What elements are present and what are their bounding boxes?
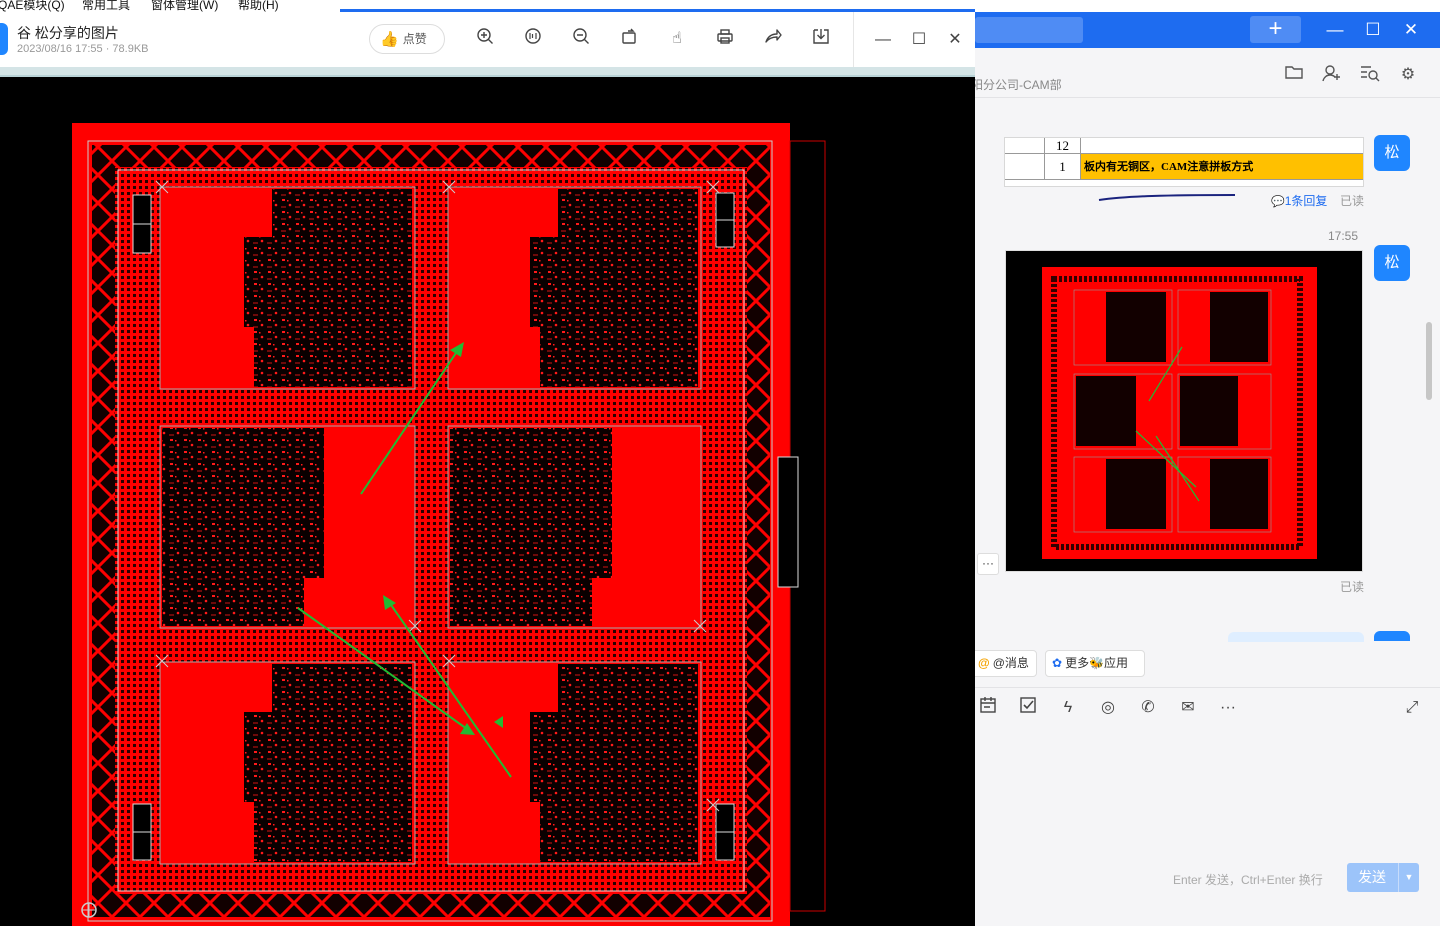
toolbar-divider [853, 12, 854, 67]
table-cell-num: 1 [1045, 154, 1081, 179]
handwritten-underline [1098, 194, 1236, 201]
menu-item-qae[interactable]: QAE模块(Q) [0, 0, 65, 11]
task-icon[interactable] [1016, 696, 1040, 720]
message-table-snippet[interactable]: 12 1 板内有无铜区，CAM注意拼板方式 [1004, 137, 1364, 187]
download-icon[interactable] [809, 27, 833, 51]
chevron-down-icon[interactable]: ▼ [1398, 863, 1419, 892]
like-button[interactable]: 👍 点赞 [369, 24, 445, 54]
image-canvas[interactable] [0, 77, 975, 926]
image-thumbnail[interactable] [1005, 250, 1363, 572]
settings-icon[interactable]: ⚙ [1397, 64, 1419, 86]
add-member-icon[interactable] [1321, 64, 1343, 86]
avatar-partial [1374, 631, 1410, 641]
thumbs-up-icon: 👍 [380, 31, 399, 48]
share-icon[interactable] [761, 27, 785, 51]
more-options-button[interactable]: ··· [977, 553, 999, 575]
zoom-in-icon[interactable] [473, 27, 497, 51]
table-cell-num: 12 [1045, 138, 1081, 153]
reply-icon: 💬 [1271, 196, 1285, 208]
input-toolbar: ϟ ◎ ✆ ✉ ··· ⤢ [975, 692, 1440, 722]
add-button[interactable]: + [1250, 16, 1301, 43]
menu-item-help[interactable]: 帮助(H) [238, 0, 279, 11]
message-time: 17:55 [1328, 229, 1359, 243]
viewer-separator [0, 67, 975, 77]
minimize-icon[interactable]: — [871, 28, 895, 52]
table-cell-text: 板内有无铜区，CAM注意拼板方式 [1081, 154, 1363, 179]
close-icon[interactable]: ✕ [943, 28, 967, 52]
apps-icon: ✿ [1052, 656, 1063, 670]
chat-scrollbar[interactable] [1426, 322, 1432, 400]
send-button[interactable]: 发送 [1347, 863, 1397, 892]
reply-link[interactable]: 💬1条回复 [1271, 192, 1327, 209]
mail-icon[interactable]: ✉ [1176, 696, 1200, 720]
app-logo-icon [0, 23, 8, 55]
folder-icon[interactable] [1283, 64, 1305, 86]
screen-record-icon[interactable]: ◎ [1096, 696, 1120, 720]
print-icon[interactable] [713, 27, 737, 51]
minimize-icon[interactable]: — [1323, 18, 1347, 42]
quick-chip-row: @ @消息 ✿ 更多🐝应用 [971, 648, 1440, 688]
viewer-titlebar: 谷 松分享的图片 2023/08/16 17:55 · 78.9KB 👍 点赞 ☝… [0, 12, 975, 67]
chat-top-bar: + — ☐ ✕ [975, 12, 1440, 48]
phone-icon[interactable]: ✆ [1136, 696, 1160, 720]
more-icon[interactable]: ··· [1216, 696, 1240, 720]
chat-window: + — ☐ ✕ 阳分公司-CAM部 ⚙ 松 12 1 板内有无铜区，CAM注意拼… [971, 12, 1440, 926]
zoom-out-icon[interactable] [569, 27, 593, 51]
pcb-image [72, 123, 826, 926]
send-button-group: 发送 ▼ [1347, 863, 1419, 892]
avatar[interactable]: 松 [1374, 245, 1410, 281]
menu-item-tools[interactable]: 常用工具 [82, 0, 130, 11]
calendar-icon[interactable] [976, 696, 1000, 720]
viewer-title: 谷 松分享的图片 [17, 25, 119, 41]
read-status: 已读 [1340, 194, 1365, 208]
at-icon: @ [978, 656, 990, 670]
viewer-meta: 2023/08/16 17:55 · 78.9KB [17, 43, 149, 55]
lightning-icon[interactable]: ϟ [1056, 696, 1080, 720]
avatar[interactable]: 松 [1374, 135, 1410, 171]
mention-chip[interactable]: @ @消息 [971, 650, 1037, 677]
chat-header: 阳分公司-CAM部 ⚙ [971, 48, 1440, 98]
expand-icon[interactable]: ⤢ [1400, 696, 1424, 720]
fit-icon[interactable] [521, 27, 545, 51]
close-icon[interactable]: ✕ [1399, 18, 1423, 42]
maximize-icon[interactable]: ☐ [907, 28, 931, 52]
read-status: 已读 [1340, 580, 1365, 594]
search-history-icon[interactable] [1359, 64, 1381, 86]
maximize-icon[interactable]: ☐ [1361, 18, 1385, 42]
menu-item-window[interactable]: 窗体管理(W) [151, 0, 218, 11]
pan-hand-icon[interactable]: ☝ [665, 27, 689, 51]
send-hint: Enter 发送，Ctrl+Enter 换行 [1173, 873, 1323, 887]
more-apps-chip[interactable]: ✿ 更多🐝应用 [1045, 650, 1145, 677]
image-viewer-window: 谷 松分享的图片 2023/08/16 17:55 · 78.9KB 👍 点赞 ☝… [0, 9, 975, 926]
chat-subtitle: 阳分公司-CAM部 [971, 78, 1062, 92]
background-menubar: QAE模块(Q) 常用工具 窗体管理(W) 帮助(H) [0, 0, 340, 12]
rotate-icon[interactable] [617, 27, 641, 51]
chat-search-box[interactable] [975, 17, 1083, 43]
next-message-bubble [1228, 632, 1364, 642]
message-input[interactable]: Enter 发送，Ctrl+Enter 换行 发送 ▼ [975, 724, 1440, 914]
